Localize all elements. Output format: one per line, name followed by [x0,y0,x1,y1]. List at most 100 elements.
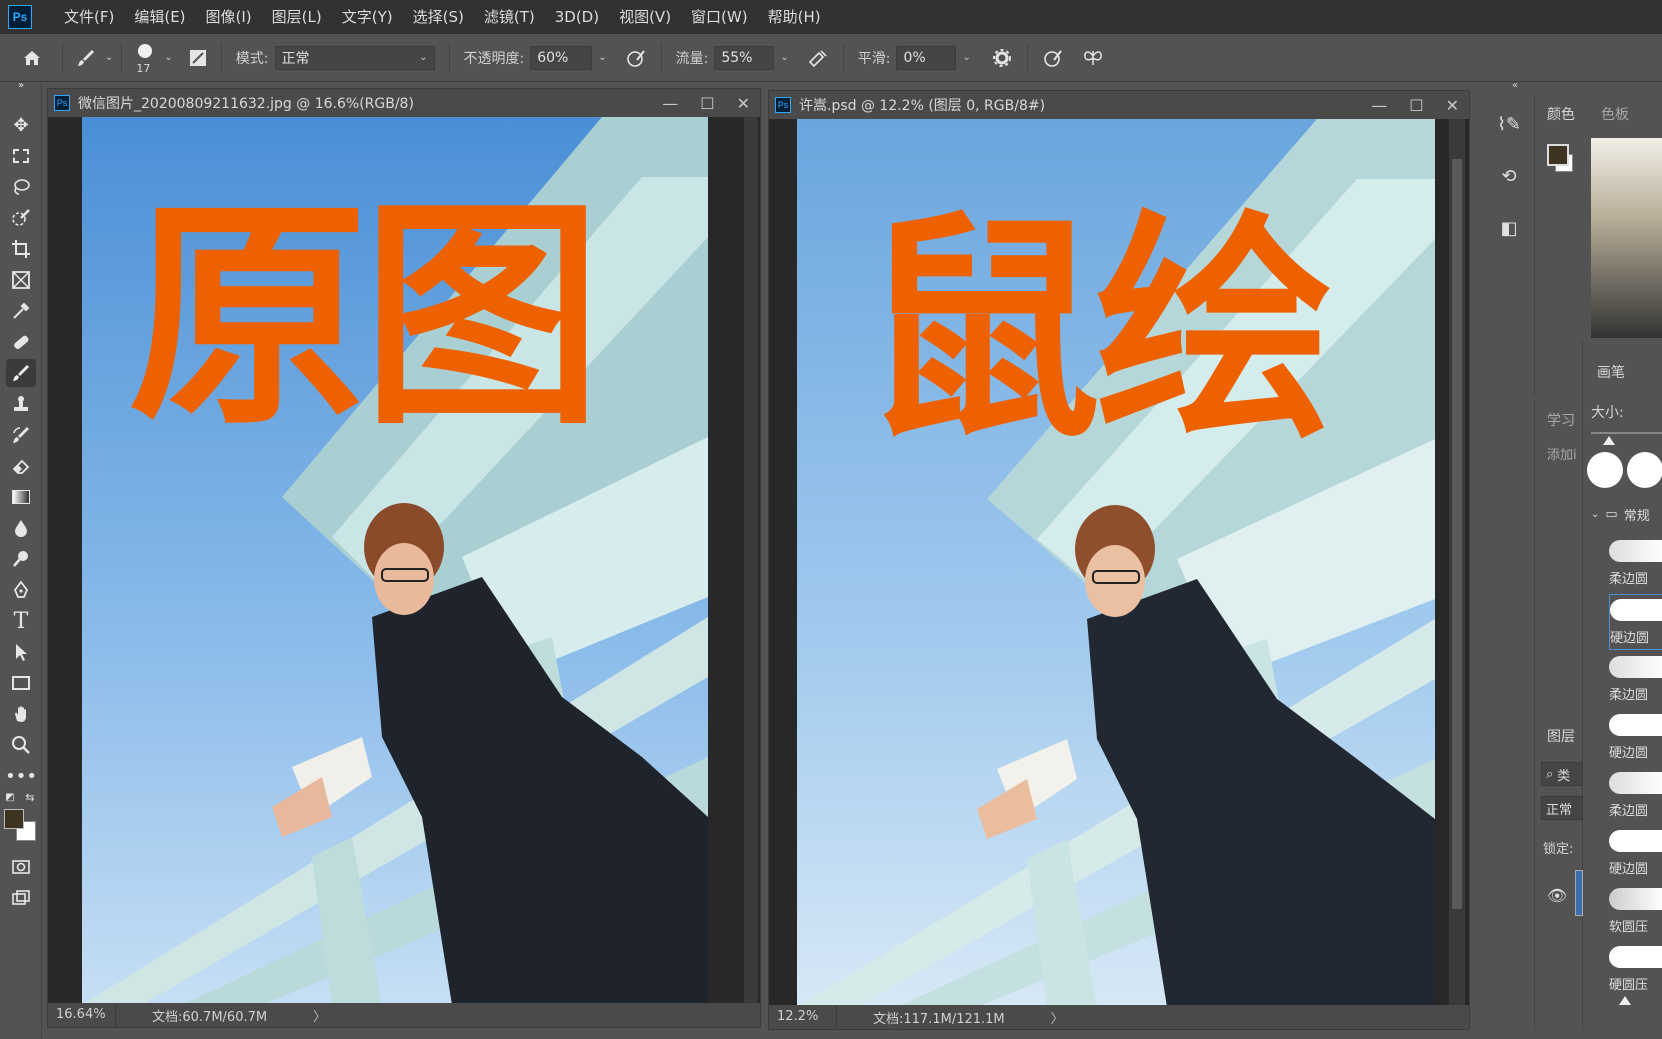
tab-color[interactable]: 颜色 [1547,104,1575,124]
mode-select[interactable]: 正常 ⌄ [274,45,435,70]
chevron-down-icon[interactable]: ⌄ [780,52,788,63]
opacity-field[interactable]: 60% [530,45,593,70]
swap-colors-icon[interactable]: ⇆ [22,789,38,805]
frame-tool-icon[interactable] [6,266,36,294]
eraser-tool-icon[interactable] [6,452,36,480]
clone-stamp-tool-icon[interactable] [6,390,36,418]
foreground-color-swatch[interactable] [4,809,24,829]
brush-tool-preset-icon[interactable] [71,48,101,68]
zoom-level[interactable]: 16.64% [48,1003,116,1027]
tab-brush[interactable]: 画笔 [1597,362,1625,382]
document-tab[interactable]: Ps 微信图片_20200809211632.jpg @ 16.6%(RGB/8… [48,89,760,117]
menu-select[interactable]: 选择(S) [403,0,474,34]
canvas-area[interactable]: 鼠绘 [769,119,1469,1005]
brush-preview-1[interactable] [1587,452,1623,488]
collapse-toolbar-icon[interactable]: » [6,77,36,93]
brush-item[interactable]: 硬边圆 [1609,826,1662,882]
color-picker-field[interactable] [1591,138,1662,338]
home-icon[interactable] [10,48,54,68]
chevron-down-icon[interactable]: ⌄ [164,52,172,63]
blend-mode-select[interactable]: 正常 [1541,796,1583,820]
brush-preview-2[interactable] [1627,452,1662,488]
status-menu-arrow-icon[interactable]: 〉 [313,1006,326,1025]
brush-settings-panel-icon[interactable]: ⌇✎ [1489,108,1529,140]
brush-size-slider-handle[interactable] [1603,436,1615,445]
menu-view[interactable]: 视图(V) [609,0,681,34]
flow-field[interactable]: 55% [714,45,775,70]
type-tool-icon[interactable]: T [6,607,36,635]
blur-tool-icon[interactable] [6,514,36,542]
panel-collapse-icon[interactable]: « [1512,80,1518,91]
move-tool-icon[interactable]: ✥ [6,111,36,139]
zoom-tool-icon[interactable] [6,731,36,759]
visibility-eye-icon[interactable]: 👁 [1547,886,1567,905]
pen-tool-icon[interactable] [6,576,36,604]
chevron-down-icon[interactable]: ⌄ [962,52,970,63]
brush-panel-slider-handle[interactable] [1619,996,1631,1005]
menu-edit[interactable]: 编辑(E) [124,0,195,34]
brush-tool-icon[interactable] [6,359,36,387]
vertical-scrollbar[interactable] [1449,119,1465,1005]
crop-tool-icon[interactable] [6,235,36,263]
tab-layers[interactable]: 图层 [1547,726,1575,746]
brush-item[interactable]: 硬边圆 [1609,594,1662,650]
maximize-button[interactable]: ☐ [1409,96,1423,115]
lasso-tool-icon[interactable] [6,173,36,201]
brush-size-slider[interactable] [1591,432,1662,434]
tab-swatches[interactable]: 色板 [1601,104,1629,124]
minimize-button[interactable]: — [1371,96,1387,115]
brush-item[interactable]: 硬边圆 [1609,710,1662,766]
quick-mask-icon[interactable] [6,853,36,881]
history-panel-icon[interactable]: ⟲ [1489,160,1529,192]
smoothing-field[interactable]: 0% [896,45,957,70]
pressure-size-icon[interactable] [1036,48,1070,68]
menu-window[interactable]: 窗口(W) [681,0,758,34]
brush-item[interactable]: 柔边圆 [1609,768,1662,824]
menu-type[interactable]: 文字(Y) [332,0,403,34]
symmetry-butterfly-icon[interactable] [1076,48,1110,68]
document-tab[interactable]: Ps 许嵩.psd @ 12.2% (图层 0, RGB/8#) — ☐ ✕ [769,91,1469,119]
brush-group-header[interactable]: ⌄ ▭ 常规 [1591,504,1662,524]
menu-filter[interactable]: 滤镜(T) [474,0,545,34]
brush-item[interactable]: 软圆压 [1609,884,1662,940]
layer-thumbnail[interactable] [1575,870,1583,916]
pressure-opacity-icon[interactable] [619,48,653,68]
healing-brush-tool-icon[interactable] [6,328,36,356]
close-button[interactable]: ✕ [737,94,750,113]
brush-settings-icon[interactable] [183,48,213,68]
brush-item[interactable]: 柔边圆 [1609,536,1662,592]
menu-3d[interactable]: 3D(D) [545,0,609,34]
layers-search-field[interactable]: ⌕ 类 [1541,762,1583,786]
screen-mode-icon[interactable] [6,884,36,912]
eyedropper-tool-icon[interactable] [6,297,36,325]
maximize-button[interactable]: ☐ [700,94,714,113]
hand-tool-icon[interactable] [6,700,36,728]
3d-panel-icon[interactable]: ◧ [1489,212,1529,244]
status-menu-arrow-icon[interactable]: 〉 [1051,1008,1064,1027]
vertical-scrollbar[interactable] [744,117,758,1003]
menu-help[interactable]: 帮助(H) [758,0,831,34]
close-button[interactable]: ✕ [1446,96,1459,115]
panel-fg-swatch[interactable] [1547,144,1569,166]
menu-layer[interactable]: 图层(L) [262,0,332,34]
airbrush-icon[interactable] [801,48,835,68]
gear-icon[interactable] [985,48,1019,68]
menu-image[interactable]: 图像(I) [196,0,262,34]
scrollbar-thumb[interactable] [1452,159,1462,909]
history-brush-tool-icon[interactable] [6,421,36,449]
path-selection-tool-icon[interactable] [6,638,36,666]
more-tools-icon[interactable]: ••• [5,762,37,790]
zoom-level[interactable]: 12.2% [769,1005,837,1029]
menu-file[interactable]: 文件(F) [54,0,124,34]
canvas-area[interactable]: 原图 [48,117,760,1003]
quick-selection-tool-icon[interactable] [6,204,36,232]
gradient-tool-icon[interactable] [6,483,36,511]
minimize-button[interactable]: — [662,94,678,113]
brush-size-picker[interactable]: 17 [130,38,160,78]
dodge-tool-icon[interactable] [6,545,36,573]
rectangle-tool-icon[interactable] [6,669,36,697]
marquee-tool-icon[interactable] [6,142,36,170]
default-colors-icon[interactable]: ◩ [2,789,18,805]
tab-learn[interactable]: 学习 [1547,410,1575,430]
chevron-down-icon[interactable]: ⌄ [598,52,606,63]
